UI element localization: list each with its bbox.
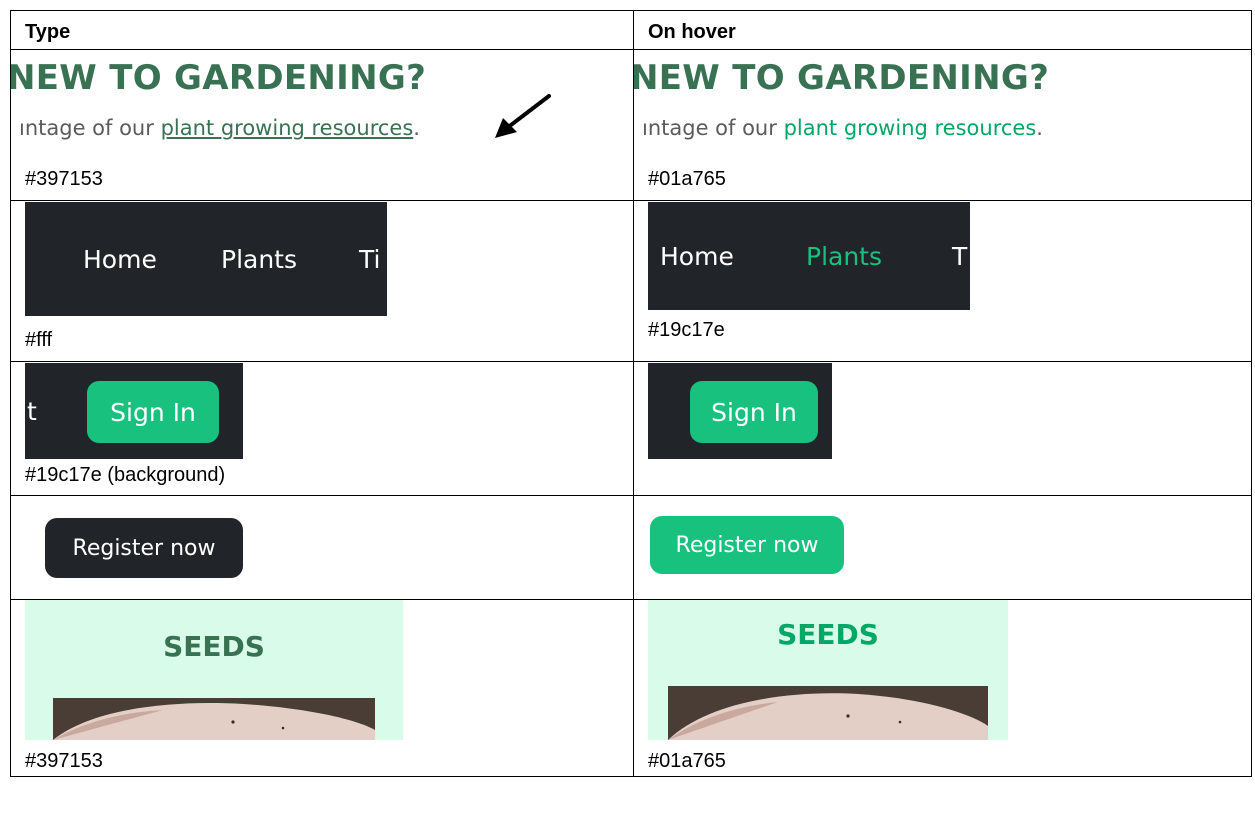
type-header: Type (25, 21, 71, 43)
link-type-cell: NEW TO GARDENING? ıntage of our plant gr… (10, 49, 634, 201)
header-row: Type On hover (10, 10, 1252, 50)
nav-home-hover[interactable]: Home (660, 242, 734, 271)
signin-row: t Sign In #19c17e (background) Sign In (10, 361, 1252, 496)
seeds-title[interactable]: SEEDS (25, 630, 403, 663)
register-type-cell: Register now (10, 495, 634, 600)
signin-type-cell: t Sign In #19c17e (background) (10, 361, 634, 496)
seeds-photo-hover (668, 686, 988, 740)
nav-fragment: t (27, 397, 37, 426)
resources-text: ıntage of our plant growing resources. (19, 116, 420, 140)
signin-type-caption: #19c17e (background) (25, 464, 226, 486)
nav-type-color: #fff (25, 329, 53, 351)
register-button[interactable]: Register now (45, 518, 243, 578)
text-before-link: ıntage of our (19, 116, 154, 140)
sign-in-button-hover[interactable]: Sign In (690, 381, 818, 443)
seeds-hover-color: #01a765 (648, 750, 726, 772)
register-row: Register now Register now (10, 495, 1252, 600)
comparison-table: Type On hover NEW TO GARDENING? ıntage o… (10, 10, 1252, 777)
header-cell-type: Type (10, 10, 634, 50)
plant-resources-link[interactable]: plant growing resources (161, 116, 414, 140)
link-hover-color: #01a765 (648, 168, 726, 190)
arrow-icon (495, 94, 551, 138)
hover-header: On hover (648, 21, 736, 43)
resources-text-hover: ıntage of our plant growing resources. (642, 116, 1043, 140)
link-type-color: #397153 (25, 168, 103, 190)
text-before-link-hover: ıntage of our (642, 116, 777, 140)
signin-sample-hover: Sign In (648, 363, 832, 459)
seeds-photo (53, 698, 375, 740)
header-cell-hover: On hover (633, 10, 1252, 50)
register-hover-cell: Register now (633, 495, 1252, 600)
nav-type-cell: Home Plants Ti #fff (10, 200, 634, 362)
register-button-hover[interactable]: Register now (650, 516, 844, 574)
nav-tips[interactable]: Ti (359, 245, 380, 274)
nav-tips-hover[interactable]: T (952, 242, 967, 271)
seeds-title-hover[interactable]: SEEDS (648, 618, 1008, 651)
seeds-type-color: #397153 (25, 750, 103, 772)
seeds-hand-image-hover (668, 686, 988, 740)
signin-hover-cell: Sign In (633, 361, 1252, 496)
gardening-heading-hover: NEW TO GARDENING? (633, 58, 1050, 98)
seeds-row: SEEDS #397153 SEEDS #01a765 (10, 599, 1252, 777)
link-hover-cell: NEW TO GARDENING? ıntage of our plant gr… (633, 49, 1252, 201)
nav-plants-hover[interactable]: Plants (806, 242, 882, 271)
link-row: NEW TO GARDENING? ıntage of our plant gr… (10, 49, 1252, 201)
nav-plants[interactable]: Plants (221, 245, 297, 274)
nav-home[interactable]: Home (83, 245, 157, 274)
seeds-type-cell: SEEDS #397153 (10, 599, 634, 777)
navbar-sample-hover: Home Plants T (648, 202, 970, 310)
navbar-sample: Home Plants Ti (25, 202, 387, 316)
signin-sample: t Sign In (25, 363, 243, 459)
gardening-heading: NEW TO GARDENING? (10, 58, 427, 98)
text-after-link: . (413, 116, 420, 140)
seeds-card: SEEDS (25, 600, 403, 740)
nav-hover-color: #19c17e (648, 319, 725, 341)
sign-in-button[interactable]: Sign In (87, 381, 219, 443)
nav-hover-cell: Home Plants T #19c17e (633, 200, 1252, 362)
seeds-hover-cell: SEEDS #01a765 (633, 599, 1252, 777)
nav-row: Home Plants Ti #fff Home Plants T #19c17… (10, 200, 1252, 362)
seeds-card-hover: SEEDS (648, 600, 1008, 740)
seeds-hand-image (53, 698, 375, 740)
plant-resources-link-hover[interactable]: plant growing resources (784, 116, 1037, 140)
text-after-link-hover: . (1036, 116, 1043, 140)
